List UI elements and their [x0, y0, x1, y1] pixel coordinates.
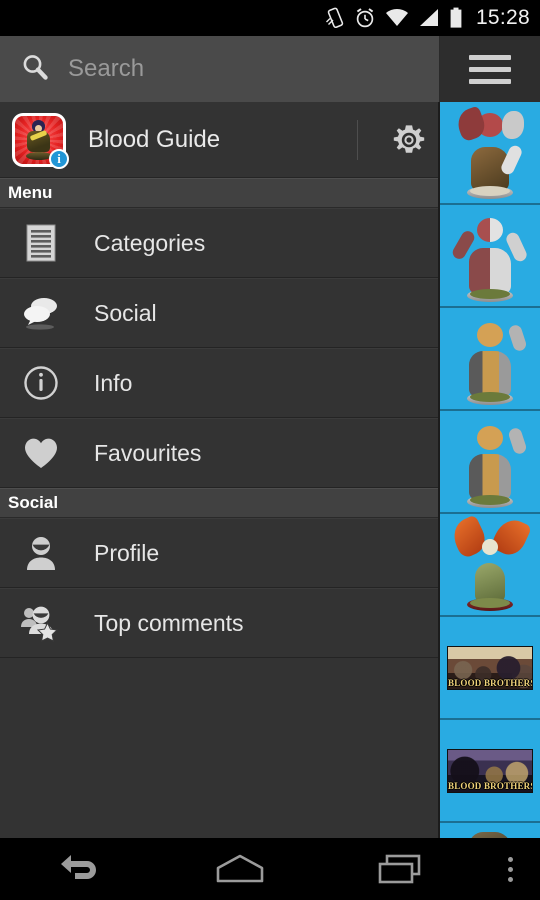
- app-header[interactable]: i Blood Guide: [0, 102, 438, 178]
- navigation-drawer: i Blood Guide Menu Categories Social Inf…: [0, 102, 440, 838]
- sidebar-item-social[interactable]: Social: [0, 278, 438, 348]
- list-item[interactable]: [440, 411, 540, 514]
- section-label: Social: [8, 493, 59, 512]
- divider: [357, 119, 358, 160]
- search-input[interactable]: Search: [68, 55, 144, 83]
- speech-bubbles-icon: [18, 293, 64, 333]
- red-white-beast-figure: [450, 208, 529, 304]
- sidebar-item-label: Top comments: [94, 609, 244, 636]
- app-title: Blood Guide: [88, 125, 221, 153]
- phone-screen: 15:28 Search i Blood Guide Menu Categori…: [0, 0, 540, 900]
- sidebar-item-label: Social: [94, 299, 157, 326]
- section-label: Menu: [8, 183, 53, 202]
- tiger-beast-figure-2: [454, 414, 528, 510]
- alarm-icon: [354, 7, 376, 29]
- banner-caption: BLOOD BROTHERS: [448, 780, 533, 791]
- drawer-empty-area: [0, 658, 438, 838]
- signal-icon: [418, 8, 440, 28]
- list-item[interactable]: [440, 308, 540, 411]
- list-item[interactable]: [440, 102, 540, 205]
- partial-figure: [454, 826, 526, 838]
- search-icon: [20, 52, 50, 87]
- home-icon[interactable]: [160, 851, 320, 887]
- android-nav-bar: [0, 838, 540, 900]
- hamburger-icon[interactable]: [440, 36, 540, 102]
- sidebar-item-profile[interactable]: Profile: [0, 518, 438, 588]
- info-circle-icon: [18, 364, 64, 402]
- list-item[interactable]: [440, 205, 540, 308]
- section-header-menu: Menu: [0, 178, 438, 208]
- top-bar: Search: [0, 36, 540, 102]
- status-time: 15:28: [475, 6, 530, 29]
- battery-icon: [449, 7, 463, 29]
- search-bar[interactable]: Search: [0, 36, 440, 102]
- list-item[interactable]: BLOOD BROTHERS: [440, 617, 540, 720]
- blood-brothers-banner-1: BLOOD BROTHERS: [447, 645, 533, 690]
- tiger-beast-figure: [454, 311, 528, 407]
- sidebar-item-label: Profile: [94, 539, 160, 566]
- people-star-icon: [18, 603, 64, 643]
- heart-icon: [18, 435, 64, 471]
- recents-icon[interactable]: [320, 852, 480, 886]
- sidebar-item-label: Info: [94, 369, 133, 396]
- sidebar-item-info[interactable]: Info: [0, 348, 438, 418]
- sidebar-item-favourites[interactable]: Favourites: [0, 418, 438, 488]
- winged-insect-figure: [447, 513, 533, 613]
- sidebar-item-label: Favourites: [94, 439, 202, 466]
- sidebar-item-label: Categories: [94, 229, 206, 256]
- red-armored-warrior-figure: [453, 104, 526, 201]
- status-bar: 15:28: [0, 0, 540, 36]
- section-header-social: Social: [0, 488, 438, 518]
- wifi-icon: [385, 8, 409, 28]
- list-item[interactable]: [440, 823, 540, 838]
- banner-caption: BLOOD BROTHERS: [448, 677, 533, 688]
- sidebar-item-top-comments[interactable]: Top comments: [0, 588, 438, 658]
- list-item[interactable]: BLOOD BROTHERS: [440, 720, 540, 823]
- list-item[interactable]: [440, 513, 540, 617]
- info-badge: i: [49, 148, 69, 169]
- blood-brothers-banner-2: BLOOD BROTHERS: [447, 748, 533, 793]
- back-icon[interactable]: [0, 852, 160, 886]
- content-list[interactable]: BLOOD BROTHERS BLOOD BROTHERS: [440, 102, 540, 838]
- vibrate-icon: [325, 7, 345, 29]
- overflow-menu-icon[interactable]: [480, 856, 540, 882]
- person-icon: [18, 534, 64, 572]
- list-document-icon: [18, 223, 64, 263]
- sidebar-item-categories[interactable]: Categories: [0, 208, 438, 278]
- gear-icon[interactable]: [380, 122, 438, 158]
- app-icon: i: [12, 112, 69, 169]
